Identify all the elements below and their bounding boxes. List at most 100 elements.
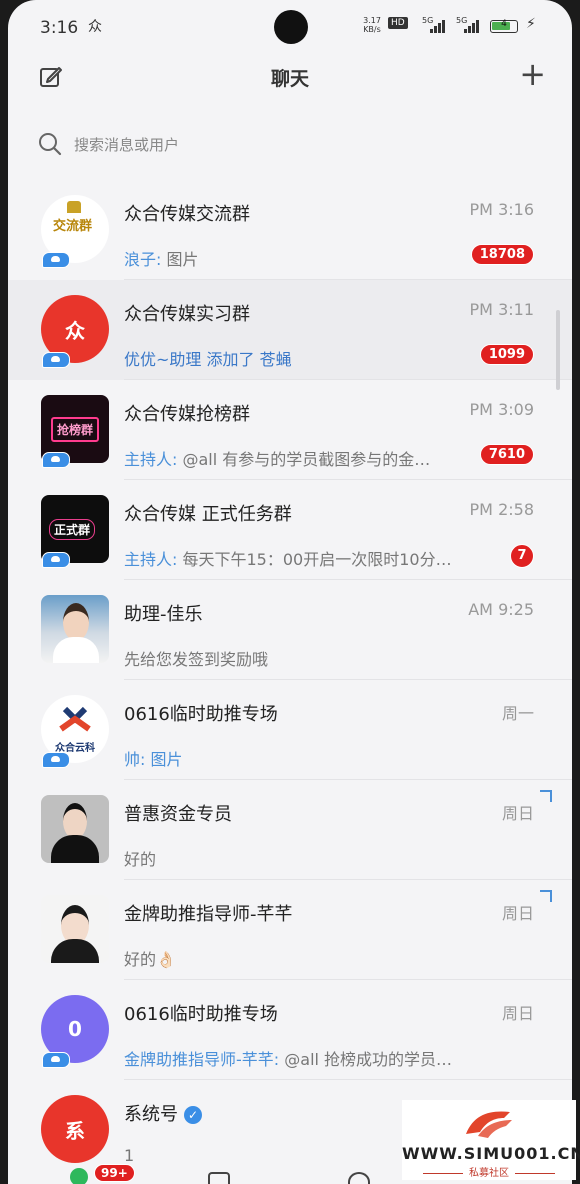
preview-text: 优优~助理 添加了 苍蝇 xyxy=(124,350,292,369)
group-icon xyxy=(42,1052,70,1068)
user-avatar xyxy=(41,795,109,863)
notification-icon: 众 xyxy=(88,19,102,35)
preview-text: @all 有参与的学员截图参与的金… xyxy=(177,450,431,469)
unread-badge: 1099 xyxy=(479,344,534,365)
chat-preview: 先给您发签到奖励哦 xyxy=(124,650,269,669)
corner-mark-icon xyxy=(540,790,552,802)
group-icon xyxy=(42,252,70,268)
chat-preview: 金牌助推指导师-芊芊: @all 抢榜成功的学员私信… xyxy=(124,1046,464,1070)
chat-time: 周一 xyxy=(501,704,534,723)
system-avatar: 系 xyxy=(41,1095,109,1163)
page-title: 聊天 xyxy=(270,68,309,90)
chat-preview: 优优~助理 添加了 苍蝇 xyxy=(124,346,292,370)
preview-text: @all 抢榜成功的学员私信… xyxy=(279,1050,464,1069)
preview-text: 每天下午15：00开启一次限时10分钟… xyxy=(177,550,464,569)
preview-sender: 帅: xyxy=(124,750,146,769)
chat-item[interactable]: 正式群 众合传媒 正式任务群 PM 2:58 主持人: 每天下午15：00开启一… xyxy=(8,480,572,580)
signal-label: 5G xyxy=(422,16,434,25)
chat-time: PM 3:11 xyxy=(469,300,534,319)
chat-preview: 浪子: 图片 xyxy=(124,246,199,270)
crown-icon xyxy=(67,201,81,213)
preview-sender: 主持人: xyxy=(124,550,178,569)
preview-sender: 金牌助推指导师-芊芊: xyxy=(124,1050,280,1069)
contacts-tab-icon[interactable] xyxy=(208,1172,230,1184)
scrollbar[interactable] xyxy=(556,310,560,390)
avatar-label: 系 xyxy=(65,1118,85,1143)
chat-name: 助理-佳乐 xyxy=(124,604,203,625)
chat-name-text: 系统号 xyxy=(124,1104,178,1125)
top-bar: 聊天 + xyxy=(8,54,572,102)
group-icon xyxy=(42,752,70,768)
chat-time: PM 2:58 xyxy=(469,500,534,519)
user-avatar xyxy=(41,895,109,963)
preview-text: 图片 xyxy=(161,250,199,269)
add-button[interactable]: + xyxy=(519,58,546,90)
network-speed: 3.17 KB/s xyxy=(363,16,381,34)
chat-time: 周日 xyxy=(501,904,534,923)
hd-icon: HD xyxy=(388,17,408,29)
preview-sender: 浪子: xyxy=(124,250,162,269)
avatar-label: 交流群 xyxy=(53,219,93,234)
chat-preview: 好的👌🏻 xyxy=(124,950,176,969)
chat-name: 众合传媒实习群 xyxy=(124,304,250,325)
chat-name: 金牌助推指导师-芊芊 xyxy=(124,904,293,925)
unread-badge: 18708 xyxy=(470,244,534,265)
chat-preview: 好的 xyxy=(124,850,157,869)
chat-item[interactable]: 0 0616临时助推专场 周日 金牌助推指导师-芊芊: @all 抢榜成功的学员… xyxy=(8,980,572,1080)
status-bar: 3:16 众 3.17 KB/s HD 5G 5G 4 ⚡ xyxy=(8,0,572,54)
chat-preview: 帅: 图片 xyxy=(124,746,183,770)
front-camera xyxy=(274,10,308,44)
chat-preview: 主持人: @all 有参与的学员截图参与的金… xyxy=(124,446,430,470)
signal-icon: 5G xyxy=(422,16,448,33)
chat-name: 0616临时助推专场 xyxy=(124,1004,278,1025)
watermark-url: WWW.SIMU001.CN xyxy=(402,1144,580,1163)
group-icon xyxy=(42,452,70,468)
verified-icon: ✓ xyxy=(184,1106,202,1124)
chat-name: 普惠资金专员 xyxy=(124,804,232,825)
chat-item[interactable]: 普惠资金专员 周日 好的 xyxy=(8,780,572,880)
chat-time: PM 3:16 xyxy=(469,200,534,219)
search-icon xyxy=(39,133,62,156)
group-icon xyxy=(42,552,70,568)
battery-icon: 4 xyxy=(490,19,518,33)
chat-item[interactable]: 交流群 众合传媒交流群 PM 3:16 浪子: 图片 18708 xyxy=(8,180,572,280)
chat-item[interactable]: 金牌助推指导师-芊芊 周日 好的👌🏻 xyxy=(8,880,572,980)
chat-time: 周日 xyxy=(501,804,534,823)
signal-icon-2: 5G xyxy=(456,16,482,33)
chat-item[interactable]: 抢榜群 众合传媒抢榜群 PM 3:09 主持人: @all 有参与的学员截图参与… xyxy=(8,380,572,480)
group-icon xyxy=(42,352,70,368)
chat-name: 众合传媒 正式任务群 xyxy=(124,504,292,525)
status-time: 3:16 xyxy=(40,18,79,38)
corner-mark-icon xyxy=(540,890,552,902)
nav-unread-badge: 99+ xyxy=(94,1164,135,1182)
battery-level: 4 xyxy=(501,19,507,29)
avatar-label: 抢榜群 xyxy=(51,417,100,442)
chat-name: 0616临时助推专场 xyxy=(124,704,278,725)
user-avatar xyxy=(41,595,109,663)
unread-badge: 7610 xyxy=(479,444,534,465)
chat-item[interactable]: 助理-佳乐 AM 9:25 先给您发签到奖励哦 xyxy=(8,580,572,680)
watermark-sub: 私募社区 xyxy=(402,1164,576,1179)
chat-name: 众合传媒抢榜群 xyxy=(124,404,250,425)
signal-label-2: 5G xyxy=(456,16,468,25)
unread-badge: 7 xyxy=(510,544,534,568)
chat-time: 周日 xyxy=(501,1004,534,1023)
search-placeholder: 搜索消息或用户 xyxy=(74,136,180,154)
chat-name: 系统号 ✓ xyxy=(124,1100,202,1126)
chat-list: 交流群 众合传媒交流群 PM 3:16 浪子: 图片 18708 众 众合传媒实… xyxy=(8,180,572,1180)
chat-preview: 主持人: 每天下午15：00开启一次限时10分钟… xyxy=(124,546,464,570)
chat-item[interactable]: 众合云科 0616临时助推专场 周一 帅: 图片 xyxy=(8,680,572,780)
chat-tab-icon[interactable] xyxy=(70,1168,88,1184)
avatar-label: 正式群 xyxy=(49,519,96,540)
search-input[interactable]: 搜索消息或用户 xyxy=(38,128,538,160)
watermark: WWW.SIMU001.CN 私募社区 xyxy=(402,1100,580,1180)
discover-tab-icon[interactable] xyxy=(348,1172,370,1184)
preview-sender: 主持人: xyxy=(124,450,178,469)
watermark-logo-icon xyxy=(466,1111,512,1138)
chat-time: AM 9:25 xyxy=(468,600,534,619)
preview-text: 图片 xyxy=(145,750,183,769)
chat-time: PM 3:09 xyxy=(469,400,534,419)
chat-item[interactable]: 众 众合传媒实习群 PM 3:11 优优~助理 添加了 苍蝇 1099 xyxy=(8,280,572,380)
chat-name: 众合传媒交流群 xyxy=(124,204,250,225)
chat-screen: 3:16 众 3.17 KB/s HD 5G 5G 4 ⚡ 聊天 + 搜索消息或… xyxy=(8,0,572,1184)
